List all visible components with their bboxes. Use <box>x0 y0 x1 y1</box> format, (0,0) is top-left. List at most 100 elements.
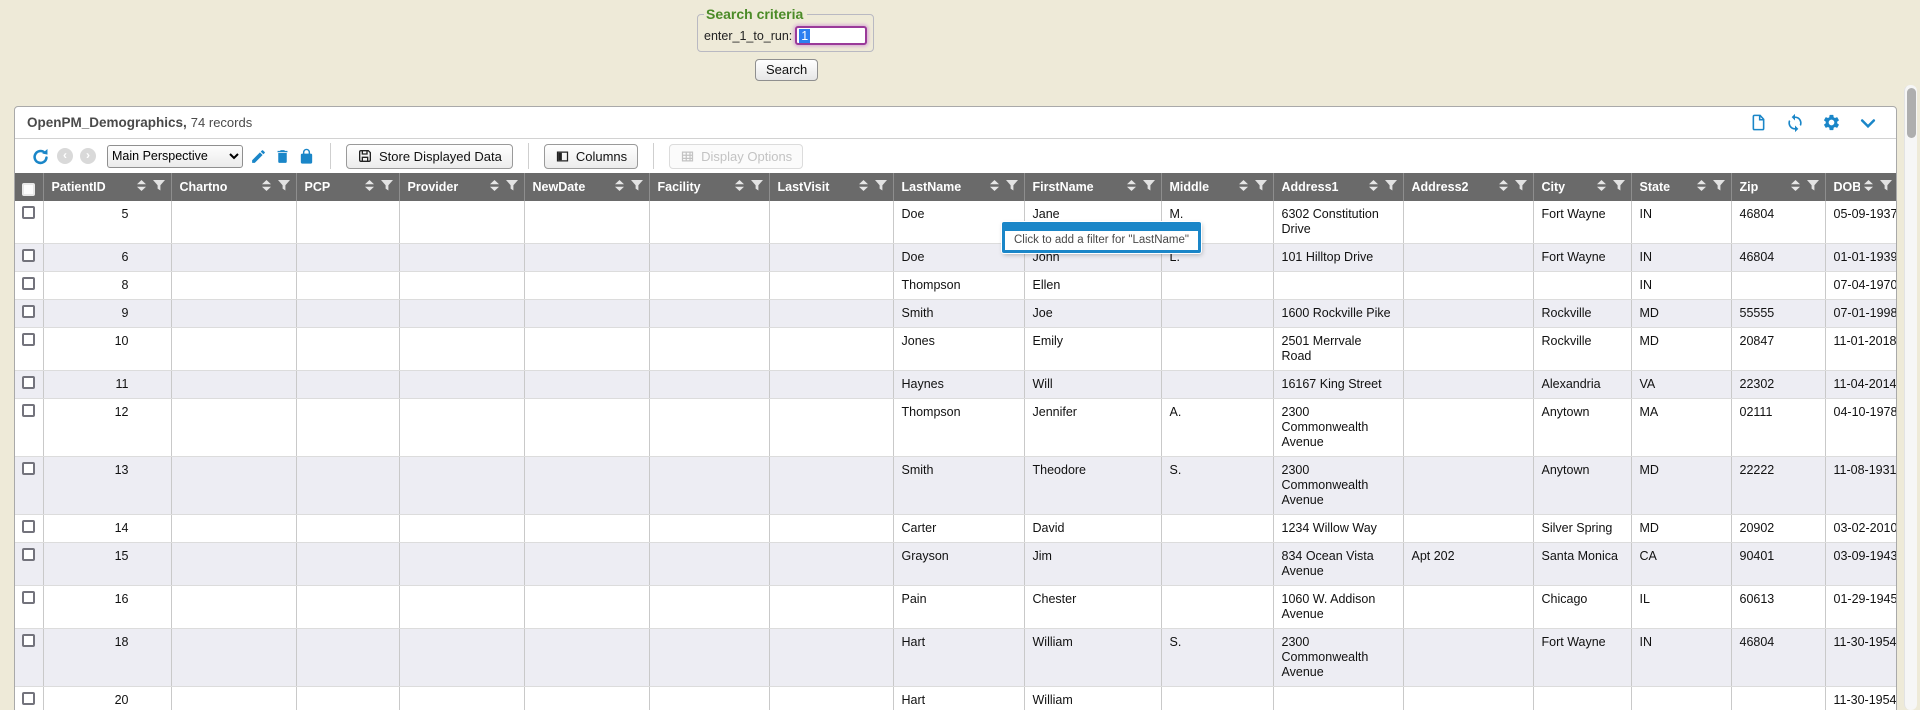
row-checkbox[interactable] <box>22 249 35 262</box>
filter-toggle[interactable] <box>751 180 763 194</box>
new-document-icon[interactable] <box>1749 113 1768 132</box>
vertical-scrollbar[interactable] <box>1904 85 1917 710</box>
search-criteria-fieldset: Search criteria enter_1_to_run: 1 <box>697 6 874 52</box>
filter-toggle[interactable] <box>1613 180 1625 194</box>
filter-toggle[interactable] <box>1143 180 1155 194</box>
row-checkbox[interactable] <box>22 462 35 475</box>
column-header-provider[interactable]: Provider <box>399 173 524 201</box>
sort-toggle[interactable] <box>990 180 999 194</box>
filter-toggle[interactable] <box>1713 180 1725 194</box>
filter-toggle[interactable] <box>1255 180 1267 194</box>
row-checkbox[interactable] <box>22 634 35 647</box>
perspective-select[interactable]: Main Perspective <box>107 145 243 168</box>
filter-toggle[interactable] <box>153 180 165 194</box>
row-checkbox[interactable] <box>22 692 35 705</box>
delete-trash-icon[interactable] <box>274 148 291 165</box>
row-select-cell[interactable] <box>15 244 43 272</box>
row-select-cell[interactable] <box>15 201 43 244</box>
settings-gear-icon[interactable] <box>1822 113 1841 132</box>
cell-newdate <box>524 543 649 586</box>
column-header-chartno[interactable]: Chartno <box>171 173 296 201</box>
enter-to-run-input[interactable]: 1 <box>795 26 867 45</box>
store-displayed-data-button[interactable]: Store Displayed Data <box>346 144 513 169</box>
sort-toggle[interactable] <box>365 180 374 194</box>
column-header-address2[interactable]: Address2 <box>1403 173 1533 201</box>
column-header-state[interactable]: State <box>1631 173 1731 201</box>
row-checkbox[interactable] <box>22 548 35 561</box>
column-header-middle[interactable]: Middle <box>1161 173 1273 201</box>
row-select-cell[interactable] <box>15 328 43 371</box>
sort-toggle[interactable] <box>1127 180 1136 194</box>
column-header-lastvisit[interactable]: LastVisit <box>769 173 893 201</box>
filter-toggle[interactable] <box>1006 180 1018 194</box>
row-select-cell[interactable] <box>15 687 43 710</box>
collapse-chevron-icon[interactable] <box>1858 113 1878 133</box>
sort-toggle[interactable] <box>1239 180 1248 194</box>
row-checkbox[interactable] <box>22 404 35 417</box>
row-checkbox[interactable] <box>22 277 35 290</box>
filter-toggle[interactable] <box>1385 180 1397 194</box>
nav-forward-icon[interactable]: › <box>80 148 96 164</box>
display-options-button[interactable]: Display Options <box>669 144 803 169</box>
refresh-icon[interactable] <box>1785 113 1805 133</box>
sort-toggle[interactable] <box>615 180 624 194</box>
sort-toggle[interactable] <box>137 180 146 194</box>
select-all-checkbox[interactable] <box>22 183 35 196</box>
column-header-newdate[interactable]: NewDate <box>524 173 649 201</box>
sort-toggle[interactable] <box>1697 180 1706 194</box>
filter-toggle[interactable] <box>381 180 393 194</box>
scrollbar-thumb[interactable] <box>1907 88 1916 138</box>
row-select-cell[interactable] <box>15 272 43 300</box>
filter-toggle[interactable] <box>1807 180 1819 194</box>
row-select-cell[interactable] <box>15 399 43 457</box>
lock-icon[interactable] <box>298 148 315 165</box>
row-select-cell[interactable] <box>15 457 43 515</box>
column-header-pcp[interactable]: PCP <box>296 173 399 201</box>
row-select-cell[interactable] <box>15 586 43 629</box>
sort-toggle[interactable] <box>1369 180 1378 194</box>
row-checkbox[interactable] <box>22 591 35 604</box>
row-select-cell[interactable] <box>15 629 43 687</box>
sort-toggle[interactable] <box>262 180 271 194</box>
sort-toggle[interactable] <box>1791 180 1800 194</box>
cell-middle: S. <box>1161 629 1273 687</box>
undo-icon[interactable] <box>31 147 50 166</box>
table-row: 16PainChester1060 W. Addison AvenueChica… <box>15 586 1896 629</box>
column-header-address1[interactable]: Address1 <box>1273 173 1403 201</box>
sort-toggle[interactable] <box>1597 180 1606 194</box>
column-header-lastname[interactable]: LastName <box>893 173 1024 201</box>
sort-toggle[interactable] <box>1864 180 1873 194</box>
filter-toggle[interactable] <box>1880 180 1892 194</box>
filter-toggle[interactable] <box>631 180 643 194</box>
column-header-firstname[interactable]: FirstName <box>1024 173 1161 201</box>
filter-toggle[interactable] <box>278 180 290 194</box>
search-button[interactable]: Search <box>755 59 818 81</box>
row-select-cell[interactable] <box>15 371 43 399</box>
sort-toggle[interactable] <box>735 180 744 194</box>
column-header-patientid[interactable]: PatientID <box>43 173 171 201</box>
row-checkbox[interactable] <box>22 376 35 389</box>
edit-pencil-icon[interactable] <box>250 148 267 165</box>
row-select-cell[interactable] <box>15 515 43 543</box>
filter-toggle[interactable] <box>506 180 518 194</box>
row-select-cell[interactable] <box>15 543 43 586</box>
column-header-dob[interactable]: DOB <box>1825 173 1896 201</box>
sort-toggle[interactable] <box>490 180 499 194</box>
sort-toggle[interactable] <box>859 180 868 194</box>
filter-toggle[interactable] <box>875 180 887 194</box>
columns-button[interactable]: Columns <box>544 144 638 169</box>
row-checkbox[interactable] <box>22 305 35 318</box>
column-header-zip[interactable]: Zip <box>1731 173 1825 201</box>
row-select-cell[interactable] <box>15 300 43 328</box>
row-checkbox[interactable] <box>22 520 35 533</box>
sort-toggle[interactable] <box>1499 180 1508 194</box>
row-checkbox[interactable] <box>22 206 35 219</box>
filter-toggle[interactable] <box>1515 180 1527 194</box>
cell-facility <box>649 272 769 300</box>
filter-icon <box>278 180 290 191</box>
column-header-city[interactable]: City <box>1533 173 1631 201</box>
row-checkbox[interactable] <box>22 333 35 346</box>
column-header-facility[interactable]: Facility <box>649 173 769 201</box>
nav-back-icon[interactable]: ‹ <box>57 148 73 164</box>
select-all-header[interactable] <box>15 173 43 201</box>
